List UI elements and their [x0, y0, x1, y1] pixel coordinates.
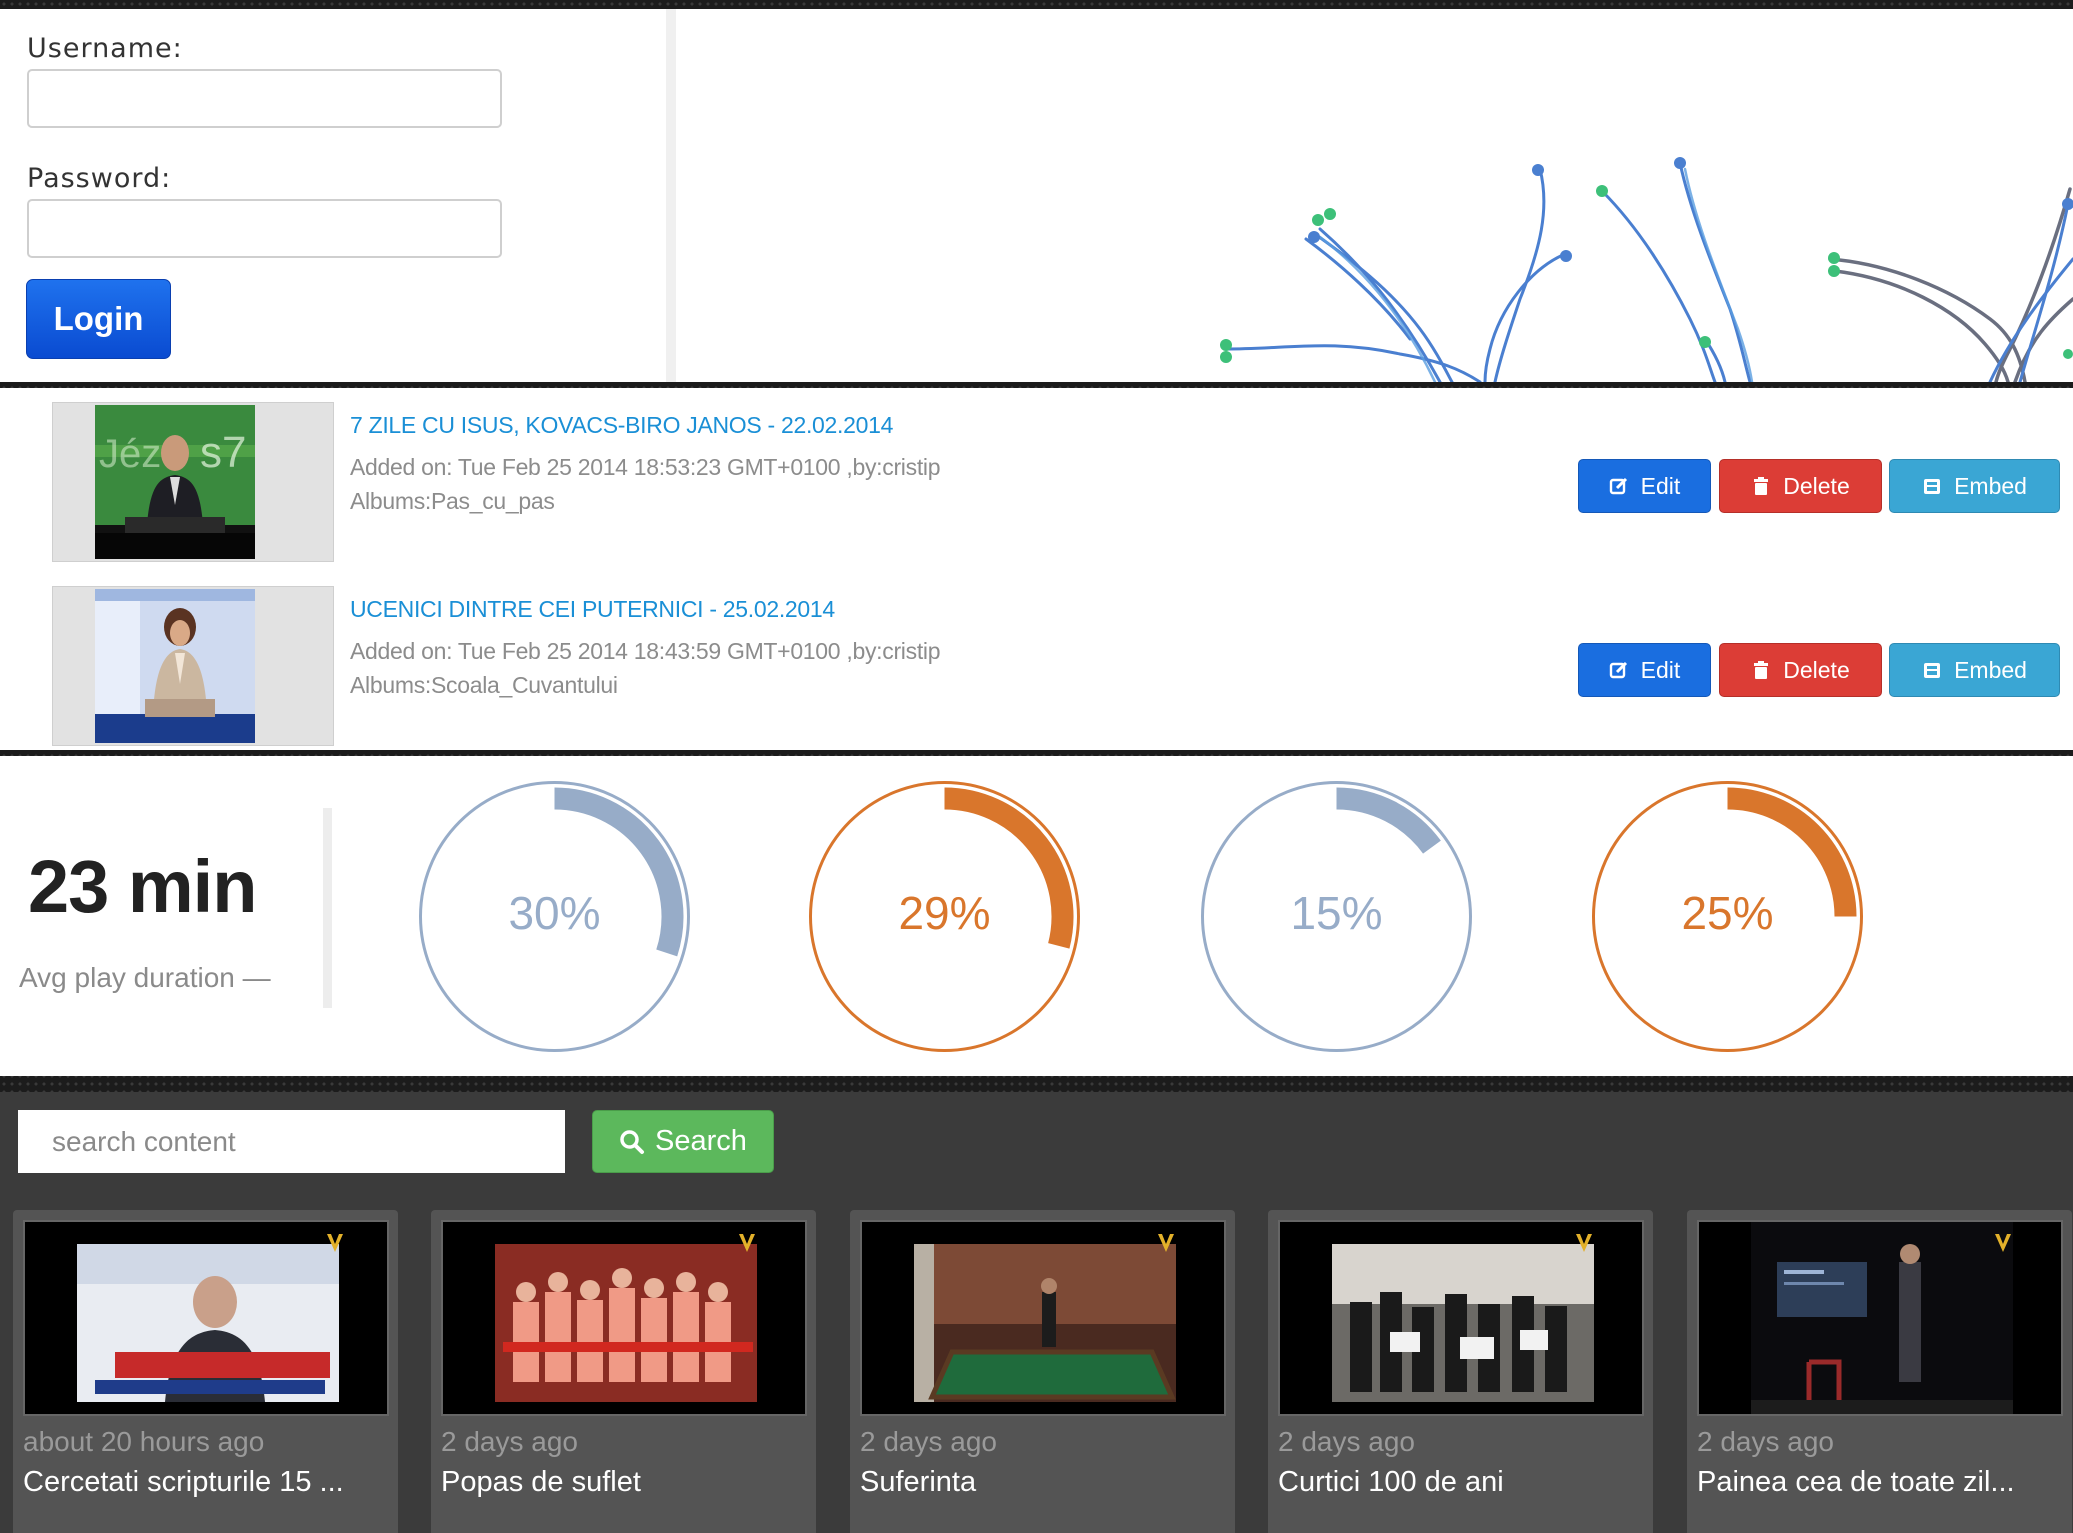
embed-button[interactable]: Embed — [1889, 643, 2060, 697]
card-thumbnail-image — [25, 1222, 387, 1414]
card-timestamp: 2 days ago — [1697, 1426, 1834, 1457]
card-thumbnail[interactable] — [1697, 1220, 2063, 1416]
percent-gauge: 25% — [1592, 781, 1863, 1052]
delete-label: Delete — [1783, 656, 1850, 683]
search-button[interactable]: Search — [592, 1110, 774, 1173]
video-title-link[interactable]: UCENICI DINTRE CEI PUTERNICI - 25.02.201… — [350, 596, 835, 623]
login-button[interactable]: Login — [26, 279, 171, 359]
trash-icon — [1754, 661, 1769, 679]
network-illustration — [1220, 157, 2073, 382]
gauge-label: 29% — [898, 887, 990, 939]
gauge-label: 30% — [508, 887, 600, 939]
card-timestamp: about 20 hours ago — [23, 1426, 265, 1457]
search-button-label: Search — [655, 1125, 747, 1157]
gallery-card[interactable]: 2 days ago Popas de suflet — [431, 1210, 816, 1533]
avg-play-duration-label: Avg play duration — — [19, 962, 271, 993]
video-added-info: Added on: Tue Feb 25 2014 18:43:59 GMT+0… — [350, 638, 941, 664]
percent-gauge: 30% — [419, 781, 690, 1052]
username-input[interactable] — [27, 69, 502, 128]
gallery-card[interactable]: 2 days ago Suferinta — [850, 1210, 1235, 1533]
delete-button[interactable]: Delete — [1719, 459, 1882, 513]
gauge-label: 15% — [1290, 887, 1382, 939]
embed-button[interactable]: Embed — [1889, 459, 2060, 513]
embed-label: Embed — [1954, 656, 2027, 683]
edit-button[interactable]: Edit — [1578, 459, 1711, 513]
trash-icon — [1754, 477, 1769, 495]
card-thumbnail[interactable] — [441, 1220, 807, 1416]
video-thumbnail-image: Jéz s7 — [95, 405, 255, 559]
list-item: Jéz s7 7 ZILE CU ISUS, KOVACS-BIRO JANOS… — [0, 402, 2073, 562]
card-thumbnail[interactable] — [1278, 1220, 1644, 1416]
embed-icon — [1924, 479, 1941, 494]
video-thumbnail-image — [95, 589, 255, 743]
card-thumbnail[interactable] — [23, 1220, 389, 1416]
login-panel: Username: Password: Login — [0, 9, 2073, 382]
card-timestamp: 2 days ago — [1278, 1426, 1415, 1457]
card-thumbnail-image — [1699, 1222, 2061, 1414]
card-title[interactable]: Popas de suflet — [441, 1466, 641, 1499]
card-title[interactable]: Cercetati scripturile 15 ... — [23, 1466, 344, 1499]
gallery-card[interactable]: about 20 hours ago Cercetati scripturile… — [13, 1210, 398, 1533]
video-thumbnail[interactable]: Jéz s7 — [52, 402, 334, 562]
card-title[interactable]: Curtici 100 de ani — [1278, 1466, 1504, 1499]
video-albums: Albums:Pas_cu_pas — [350, 488, 555, 514]
gallery-panel: Search about 20 hours ago Cercetati scri… — [0, 1092, 2073, 1533]
card-title[interactable]: Suferinta — [860, 1466, 976, 1499]
card-thumbnail-image — [443, 1222, 805, 1414]
delete-label: Delete — [1783, 472, 1850, 499]
gallery-card[interactable]: 2 days ago Curtici 100 de ani — [1268, 1210, 1653, 1533]
gauge-arc — [1336, 787, 1441, 854]
percent-gauge: 15% — [1201, 781, 1472, 1052]
edit-button[interactable]: Edit — [1578, 643, 1711, 697]
svg-text:Jéz: Jéz — [99, 432, 161, 476]
card-thumbnail-image — [1280, 1222, 1642, 1414]
gallery-card[interactable]: 2 days ago Painea cea de toate zil... — [1687, 1210, 2072, 1533]
search-input[interactable] — [18, 1110, 565, 1173]
embed-label: Embed — [1954, 472, 2027, 499]
edit-icon — [1609, 477, 1627, 495]
edit-label: Edit — [1640, 656, 1681, 683]
list-item: UCENICI DINTRE CEI PUTERNICI - 25.02.201… — [0, 586, 2073, 746]
card-thumbnail-image — [862, 1222, 1224, 1414]
card-thumbnail[interactable] — [860, 1220, 1226, 1416]
card-title[interactable]: Painea cea de toate zil... — [1697, 1466, 2015, 1499]
svg-text:s7: s7 — [200, 428, 246, 477]
video-added-info: Added on: Tue Feb 25 2014 18:53:23 GMT+0… — [350, 454, 941, 480]
gauge-label: 25% — [1681, 887, 1773, 939]
card-timestamp: 2 days ago — [441, 1426, 578, 1457]
video-thumbnail[interactable] — [52, 586, 334, 746]
stats-panel: 23 min Avg play duration — 30% 29% 15% 2… — [0, 756, 2073, 1076]
percent-gauge: 29% — [809, 781, 1080, 1052]
delete-button[interactable]: Delete — [1719, 643, 1882, 697]
edit-icon — [1609, 661, 1627, 679]
password-input[interactable] — [27, 199, 502, 258]
username-label: Username: — [27, 33, 183, 64]
login-form: Username: Password: Login — [0, 9, 676, 382]
search-icon — [620, 1129, 645, 1154]
stats-divider — [323, 808, 332, 1008]
video-list-panel: Jéz s7 7 ZILE CU ISUS, KOVACS-BIRO JANOS… — [0, 388, 2073, 750]
avg-play-duration-value: 23 min — [28, 845, 257, 928]
password-label: Password: — [27, 163, 172, 194]
card-timestamp: 2 days ago — [860, 1426, 997, 1457]
video-albums: Albums:Scoala_Cuvantului — [350, 672, 618, 698]
edit-label: Edit — [1640, 472, 1681, 499]
video-title-link[interactable]: 7 ZILE CU ISUS, KOVACS-BIRO JANOS - 22.0… — [350, 412, 893, 439]
embed-icon — [1924, 663, 1941, 678]
